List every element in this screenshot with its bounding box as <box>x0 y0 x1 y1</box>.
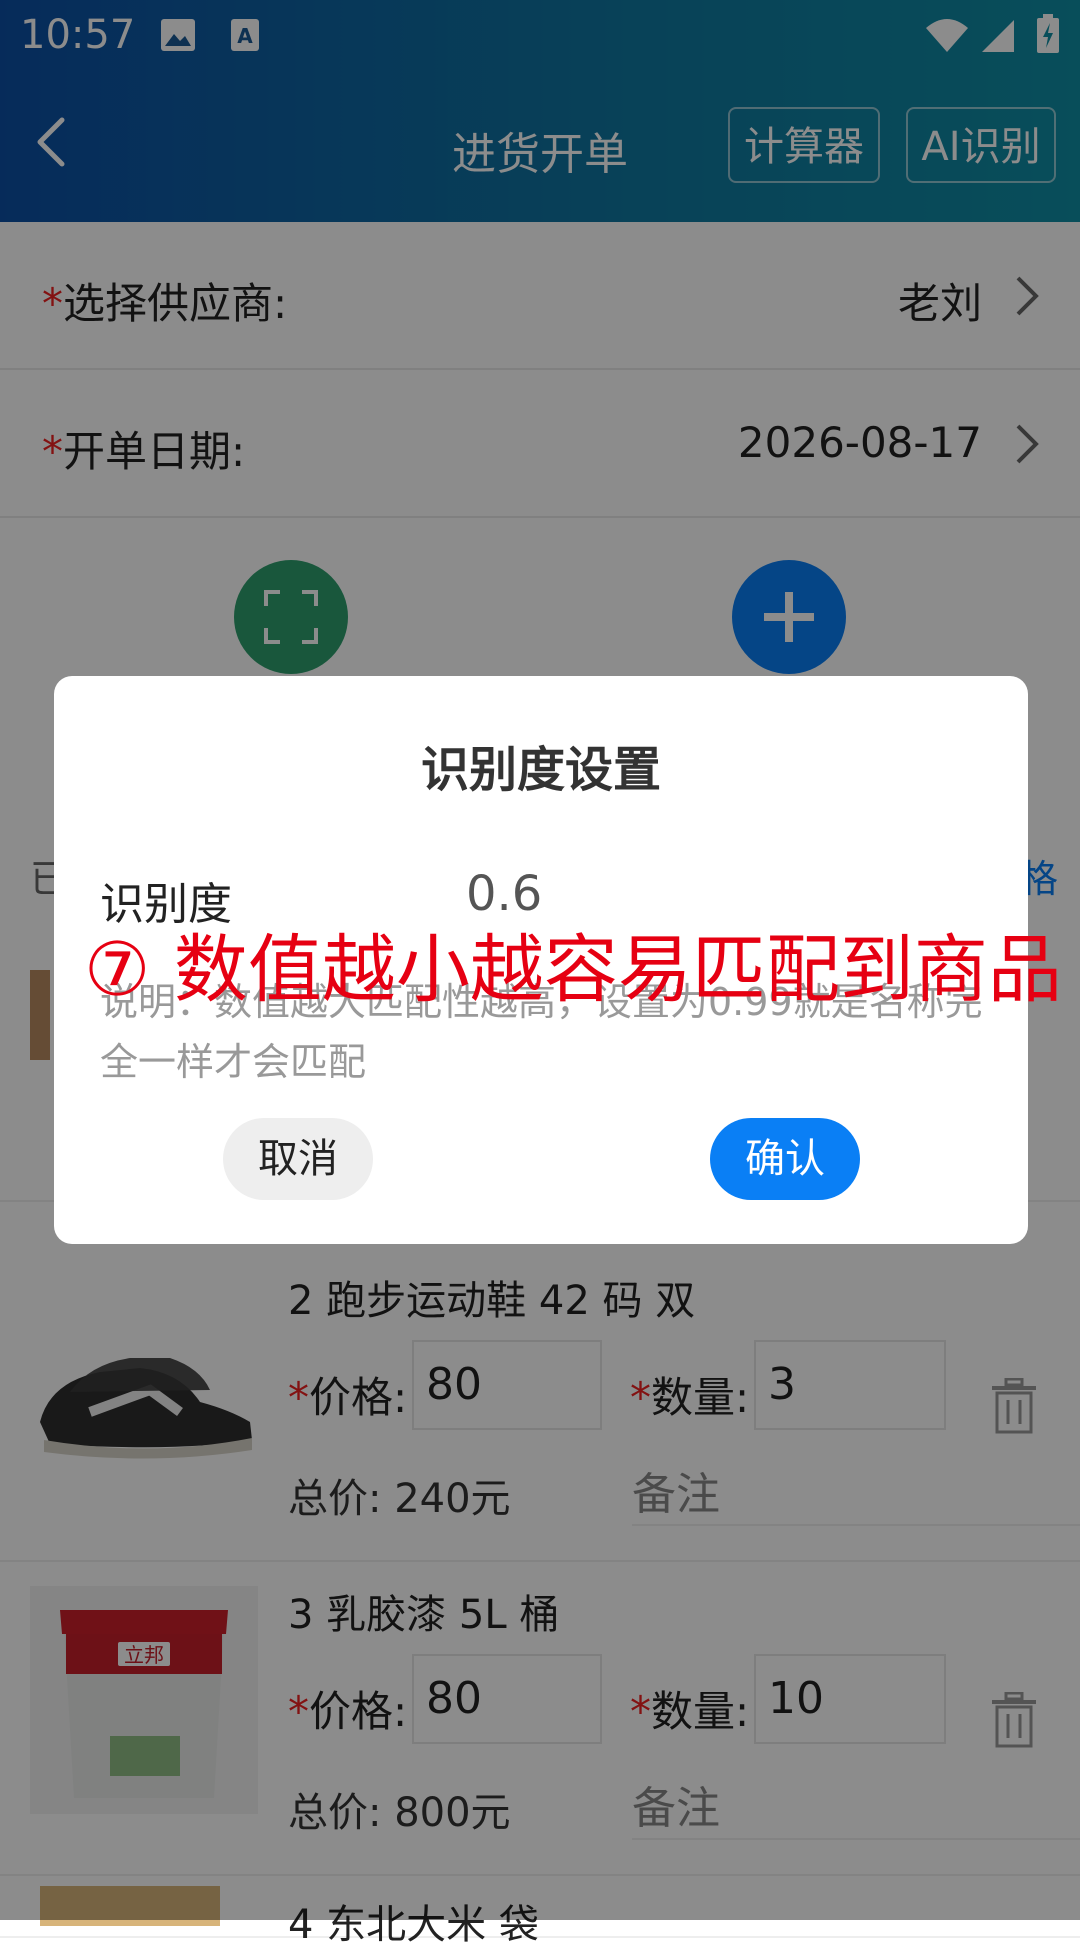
dialog-title: 识别度设置 <box>420 742 661 798</box>
confirm-button[interactable]: 确认 <box>710 1118 860 1200</box>
annotation-text: ⑦ 数值越小越容易匹配到商品 <box>84 927 1062 1013</box>
cancel-button[interactable]: 取消 <box>223 1118 373 1200</box>
